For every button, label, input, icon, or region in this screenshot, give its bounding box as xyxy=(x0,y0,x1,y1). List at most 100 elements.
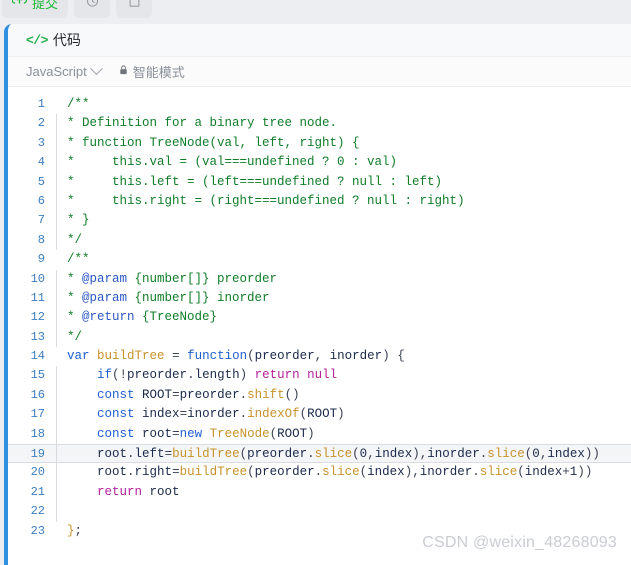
line-number: 23 xyxy=(30,523,45,538)
code-line-15[interactable]: 15 if(!preorder.length) return null xyxy=(8,366,631,386)
line-number: 10 xyxy=(30,271,45,286)
indent-guide xyxy=(56,191,57,212)
indent-guide xyxy=(56,153,57,173)
code-text: * this.left = (left===undefined ? null :… xyxy=(67,174,443,189)
code-line-8[interactable]: 8 */ xyxy=(8,230,631,251)
code-text: const ROOT=preorder.shift() xyxy=(97,387,300,402)
code-text: /** xyxy=(67,252,90,267)
history-button[interactable] xyxy=(74,0,110,18)
indent-guide xyxy=(56,269,57,289)
code-line-19[interactable]: 19 root.left=buildTree(preorder.slice(0,… xyxy=(8,444,631,464)
submit-label: 提交 xyxy=(31,0,58,11)
code-line-13[interactable]: 13 */ xyxy=(8,327,631,348)
code-brackets-icon: </> xyxy=(26,32,48,48)
indent-guide xyxy=(56,463,57,483)
code-text: var buildTree = function(preorder, inord… xyxy=(67,349,405,364)
line-number: 18 xyxy=(30,426,45,441)
code-text: * } xyxy=(67,213,90,228)
code-text: if(!preorder.length) return null xyxy=(97,368,338,383)
code-text: const root=new TreeNode(ROOT) xyxy=(97,426,315,441)
indent-guide xyxy=(56,482,57,503)
watermark-text: CSDN @weixin_48268093 xyxy=(422,534,617,551)
code-line-17[interactable]: 17 const index=inorder.indexOf(ROOT) xyxy=(8,405,631,425)
code-text: const index=inorder.indexOf(ROOT) xyxy=(97,407,345,422)
app-root: 提交 </> 代码 JavaScript 智能模式 1 /** 2 * Defi… xyxy=(0,0,631,565)
line-number: 4 xyxy=(37,155,45,170)
line-number: 8 xyxy=(37,232,45,247)
code-line-14[interactable]: 14 var buildTree = function(preorder, ino… xyxy=(8,347,631,366)
indent-guide xyxy=(56,133,57,154)
line-number: 12 xyxy=(30,310,45,325)
indent-guide xyxy=(56,308,57,328)
code-text: */ xyxy=(67,232,83,247)
code-text: * this.right = (right===undefined ? null… xyxy=(67,193,465,208)
line-number: 13 xyxy=(30,329,45,344)
code-line-3[interactable]: 3 * function TreeNode(val, left, right) { xyxy=(8,133,631,154)
line-number: 22 xyxy=(30,504,45,519)
language-selector-label[interactable]: JavaScript xyxy=(26,64,87,79)
code-text: * this.val = (val===undefined ? 0 : val) xyxy=(67,155,398,170)
line-number: 16 xyxy=(30,387,45,402)
line-number: 5 xyxy=(37,174,45,189)
line-number: 1 xyxy=(37,97,45,111)
code-line-9[interactable]: 9 /** xyxy=(8,250,631,269)
code-line-2[interactable]: 2 * Definition for a binary tree node. xyxy=(8,114,631,134)
lock-icon xyxy=(118,63,129,81)
indent-guide xyxy=(56,250,57,269)
indent-guide xyxy=(56,230,57,251)
upload-cloud-icon xyxy=(11,0,28,13)
indent-guide xyxy=(56,327,57,348)
code-line-5[interactable]: 5 * this.left = (left===undefined ? null … xyxy=(8,172,631,192)
line-number: 7 xyxy=(37,213,45,228)
code-text: * Definition for a binary tree node. xyxy=(67,116,338,131)
indent-guide xyxy=(56,288,57,309)
line-number: 20 xyxy=(30,465,45,480)
page-title: 代码 xyxy=(52,32,81,48)
smart-mode-label: 智能模式 xyxy=(132,65,185,80)
chevron-down-icon[interactable] xyxy=(89,62,103,76)
line-number: 3 xyxy=(37,135,45,150)
code-line-7[interactable]: 7 * } xyxy=(8,211,631,231)
top-toolbar: 提交 xyxy=(0,0,631,24)
code-text: * @return {TreeNode} xyxy=(67,310,218,325)
line-number: 19 xyxy=(30,447,45,462)
indent-guide xyxy=(56,522,57,541)
indent-guide xyxy=(56,347,57,366)
code-line-16[interactable]: 16 const ROOT=preorder.shift() xyxy=(8,385,631,406)
line-number: 2 xyxy=(37,116,45,131)
note-page-icon xyxy=(127,0,142,13)
code-line-22[interactable]: 22 xyxy=(8,502,631,522)
code-line-11[interactable]: 11 * @param {number[]} inorder xyxy=(8,288,631,309)
note-button[interactable] xyxy=(116,0,152,18)
line-number: 11 xyxy=(30,290,45,305)
code-line-10[interactable]: 10 * @param {number[]} preorder xyxy=(8,269,631,289)
line-number: 6 xyxy=(37,193,45,208)
indent-guide xyxy=(56,172,57,192)
indent-guide xyxy=(56,366,57,386)
code-line-21[interactable]: 21 return root xyxy=(8,482,631,503)
line-number: 21 xyxy=(30,484,45,499)
code-text: return root xyxy=(97,484,180,499)
code-line-18[interactable]: 18 const root=new TreeNode(ROOT) xyxy=(8,424,631,445)
indent-guide xyxy=(56,424,57,445)
indent-guide xyxy=(56,445,57,463)
code-line-4[interactable]: 4 * this.val = (val===undefined ? 0 : val… xyxy=(8,153,631,173)
code-line-12[interactable]: 12 * @return {TreeNode} xyxy=(8,308,631,328)
indent-guide xyxy=(56,502,57,522)
submit-button[interactable]: 提交 xyxy=(2,0,68,18)
code-line-6[interactable]: 6 * this.right = (right===undefined ? nul… xyxy=(8,191,631,212)
code-line-1[interactable]: 1 /** xyxy=(8,95,631,114)
code-text: * @param {number[]} preorder xyxy=(67,271,278,286)
code-text: root.right=buildTree(preorder.slice(inde… xyxy=(97,465,593,480)
code-editor[interactable]: 1 /** 2 * Definition for a binary tree node… xyxy=(8,87,631,565)
line-number: 14 xyxy=(30,349,45,364)
indent-guide xyxy=(56,385,57,406)
indent-guide xyxy=(56,211,57,231)
code-text: root.left=buildTree(preorder.slice(0,ind… xyxy=(97,447,600,462)
smart-mode-indicator: 智能模式 xyxy=(118,62,185,81)
code-text: * function TreeNode(val, left, right) { xyxy=(67,135,360,150)
code-line-20[interactable]: 20 root.right=buildTree(preorder.slice(i… xyxy=(8,463,631,483)
code-lines: 1 /** 2 * Definition for a binary tree node… xyxy=(8,87,631,541)
history-clock-icon xyxy=(85,0,100,13)
